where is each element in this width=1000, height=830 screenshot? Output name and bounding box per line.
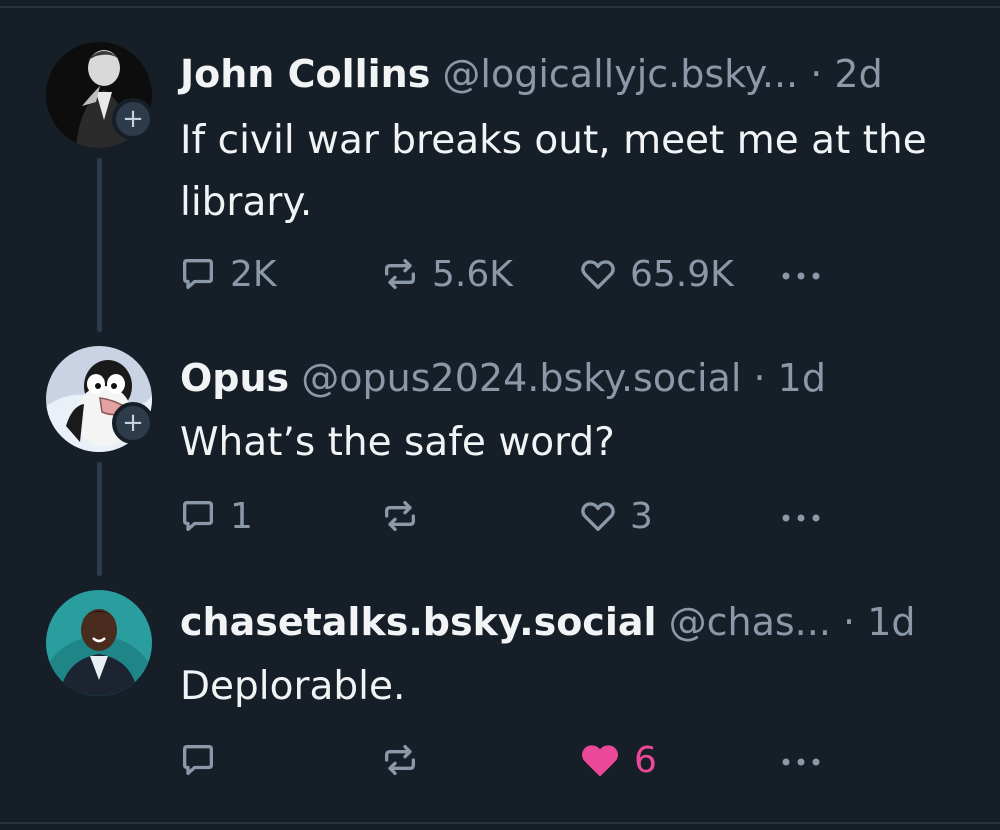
follow-button[interactable]: +	[112, 98, 154, 140]
reply-button[interactable]: 2K	[178, 252, 277, 296]
avatar-container[interactable]	[46, 590, 152, 696]
thread-line	[97, 158, 102, 332]
heart-icon	[581, 260, 615, 289]
post-text: What’s the safe word?	[180, 420, 615, 465]
post-header: chasetalks.bsky.social @chas... · 1d	[180, 598, 916, 646]
avatar-image	[46, 590, 152, 696]
author-name[interactable]: chasetalks.bsky.social	[180, 600, 657, 644]
bottom-divider	[0, 822, 1000, 824]
post-john-collins[interactable]: + John Collins @logicallyjc.bsky... · 2d…	[0, 42, 1000, 332]
more-options-button[interactable]	[778, 494, 824, 538]
post-actions: 1 3	[178, 494, 838, 538]
post-opus[interactable]: + Opus @opus2024.bsky.social · 1d What’s…	[0, 346, 1000, 576]
reply-button[interactable]: 1	[178, 494, 253, 538]
repost-button[interactable]: 5.6K	[380, 252, 513, 296]
reply-icon	[183, 745, 213, 775]
separator-dot: ·	[753, 356, 766, 400]
more-options-icon	[782, 758, 820, 766]
separator-dot: ·	[810, 52, 823, 96]
avatar-container[interactable]: +	[46, 346, 154, 452]
author-handle[interactable]: @chas...	[669, 600, 831, 644]
more-options-icon	[782, 272, 820, 280]
post-actions: 6	[178, 738, 838, 782]
post-header: John Collins @logicallyjc.bsky... · 2d	[180, 50, 883, 98]
reply-button[interactable]	[178, 738, 230, 782]
author-name[interactable]: Opus	[180, 356, 289, 400]
like-count: 3	[630, 495, 653, 537]
author-handle[interactable]: @opus2024.bsky.social	[301, 356, 741, 400]
top-divider	[0, 6, 1000, 8]
repost-button[interactable]	[380, 738, 432, 782]
heart-icon	[581, 502, 615, 531]
repost-icon	[385, 501, 415, 531]
author-name[interactable]: John Collins	[180, 52, 430, 96]
more-options-button[interactable]	[778, 252, 824, 296]
post-header: Opus @opus2024.bsky.social · 1d	[180, 354, 826, 402]
like-button[interactable]: 65.9K	[578, 252, 734, 296]
timestamp[interactable]: 1d	[867, 600, 915, 644]
post-actions: 2K 5.6K 65.9K	[178, 252, 838, 296]
more-options-icon	[782, 514, 820, 522]
repost-icon	[385, 745, 415, 775]
more-options-button[interactable]	[778, 738, 824, 782]
reply-count: 2K	[230, 253, 277, 295]
repost-icon	[385, 259, 415, 289]
timestamp[interactable]: 2d	[834, 52, 882, 96]
reply-icon	[183, 259, 213, 289]
post-chasetalks[interactable]: chasetalks.bsky.social @chas... · 1d Dep…	[0, 590, 1000, 800]
separator-dot: ·	[843, 600, 856, 644]
like-button[interactable]: 3	[578, 494, 653, 538]
post-text: If civil war breaks out, meet me at the …	[180, 118, 927, 225]
repost-button[interactable]	[380, 494, 432, 538]
timestamp[interactable]: 1d	[778, 356, 826, 400]
thread-line	[97, 462, 102, 576]
like-button[interactable]: 6	[578, 738, 657, 782]
repost-count: 5.6K	[432, 253, 513, 295]
like-count: 65.9K	[630, 253, 734, 295]
like-count: 6	[634, 739, 657, 781]
heart-icon	[582, 745, 618, 777]
follow-button[interactable]: +	[112, 402, 154, 444]
post-text: Deplorable.	[180, 664, 406, 709]
author-handle[interactable]: @logicallyjc.bsky...	[442, 52, 798, 96]
avatar[interactable]	[46, 590, 152, 696]
avatar-container[interactable]: +	[46, 42, 154, 148]
reply-count: 1	[230, 495, 253, 537]
reply-icon	[183, 501, 213, 531]
